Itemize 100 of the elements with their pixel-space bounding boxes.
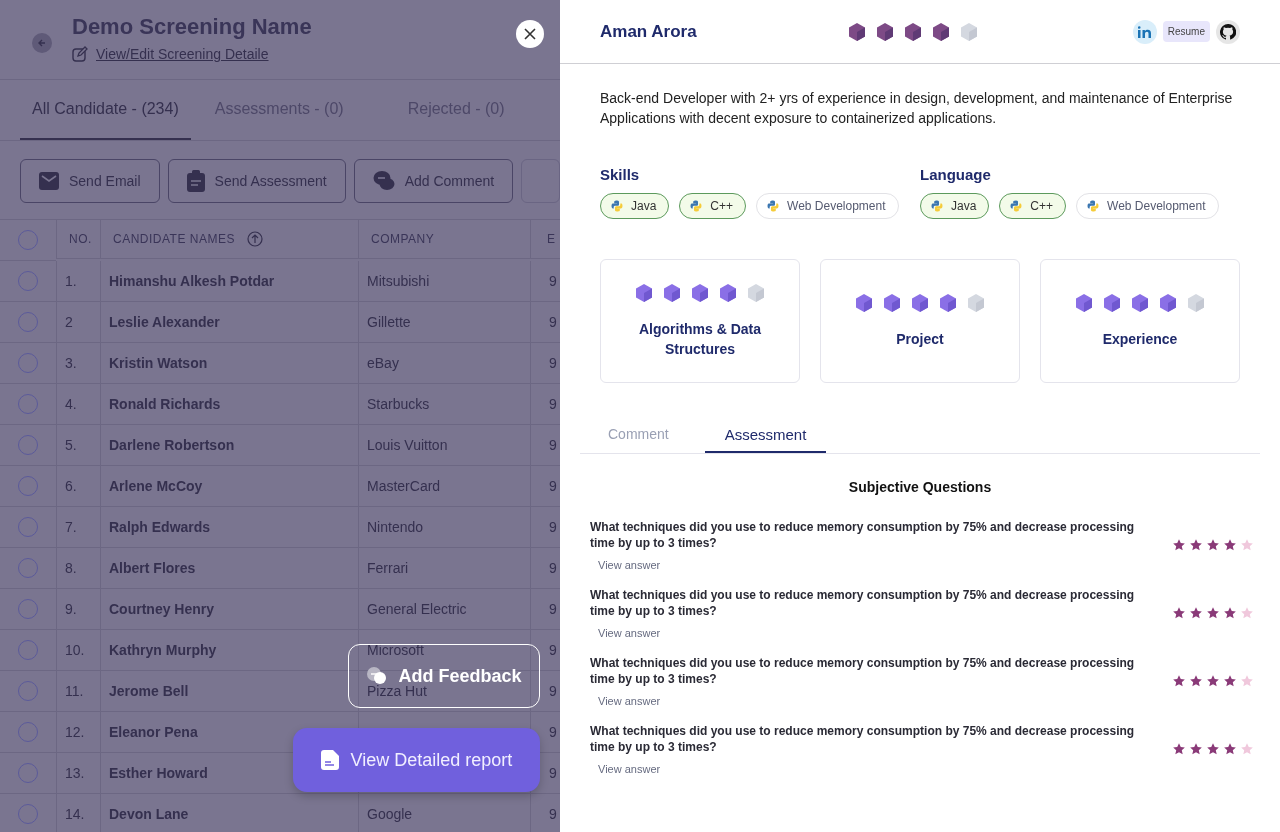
table-cell: 9: [549, 314, 557, 330]
table-cell: 9: [549, 601, 557, 617]
edit-icon: [72, 46, 88, 62]
row-number: 10.: [65, 642, 85, 658]
column-header: E: [547, 232, 556, 246]
table-cell: 9: [549, 560, 557, 576]
star-icon: [1223, 742, 1237, 756]
cube-icon: [690, 283, 710, 303]
back-arrow-icon: [37, 38, 47, 48]
question-text: What techniques did you use to reduce memory consumption by 75% and decrease processing time by up to 3 times?: [590, 587, 1136, 619]
cube-icon: [959, 21, 979, 42]
star-icon: [1206, 742, 1220, 756]
star-icon: [1172, 742, 1186, 756]
star-icon: [1172, 538, 1186, 552]
score-title: Project: [895, 330, 945, 349]
python-icon: [690, 200, 703, 212]
section-heading: Language: [920, 166, 992, 183]
cube-icon: [847, 21, 867, 42]
document-icon: [320, 750, 339, 770]
cube-icon: [1102, 293, 1122, 313]
cube-icon: [854, 293, 874, 313]
candidate-name: Kristin Watson: [109, 355, 208, 371]
column-header: COMPANY: [371, 232, 435, 246]
linkedin-icon[interactable]: [1132, 19, 1157, 44]
row-number: 2: [65, 314, 73, 330]
resume-link[interactable]: Resume: [1162, 21, 1210, 42]
table-cell: 9: [549, 355, 557, 371]
view-answer-link[interactable]: View answer: [598, 695, 1140, 707]
python-icon: [1087, 200, 1100, 212]
row-number: 3.: [65, 355, 77, 371]
view-answer-link[interactable]: View answer: [598, 627, 1140, 639]
tab[interactable]: Comment: [588, 417, 689, 453]
table-cell: 9: [549, 683, 557, 699]
action-button[interactable]: Send Email: [20, 159, 160, 203]
view-report-button[interactable]: View Detailed report: [293, 728, 540, 792]
python-icon: [767, 200, 780, 212]
column-header: CANDIDATE NAMES: [113, 232, 235, 246]
candidate-name: Courtney Henry: [109, 601, 215, 617]
candidate-name: Leslie Alexander: [109, 314, 220, 330]
row-number: 4.: [65, 396, 77, 412]
candidate-name: Devon Lane: [109, 806, 189, 822]
candidate-name: Darlene Robertson: [109, 437, 235, 453]
company-name: eBay: [367, 355, 399, 371]
company-name: MasterCard: [367, 478, 441, 494]
python-icon: [611, 200, 623, 212]
candidate-name: Ronald Richards: [109, 396, 221, 412]
action-button[interactable]: Send Assessment: [167, 159, 346, 203]
row-number: 9.: [65, 601, 77, 617]
candidate-name: Jerome Bell: [109, 683, 189, 699]
table-cell: 9: [549, 642, 557, 658]
view-answer-link[interactable]: View answer: [598, 763, 1140, 775]
row-number: 8.: [65, 560, 77, 576]
chat-icon: [366, 666, 389, 686]
view-answer-link[interactable]: View answer: [598, 559, 1140, 571]
table-cell: 9: [549, 273, 557, 289]
table-cell: 9: [549, 765, 557, 781]
company-name: Mitsubishi: [367, 273, 430, 289]
sort-icon[interactable]: [246, 231, 263, 247]
cube-icon: [903, 21, 923, 42]
tab[interactable]: All Candidate - (234): [20, 80, 191, 140]
question-text: What techniques did you use to reduce memory consumption by 75% and decrease processing time by up to 3 times?: [590, 519, 1136, 551]
candidate-name: Kathryn Murphy: [109, 642, 217, 658]
company-name: Microsoft: [367, 642, 424, 658]
cube-icon: [875, 21, 895, 42]
action-button[interactable]: Add Comment: [353, 159, 514, 203]
row-number: 7.: [65, 519, 77, 535]
tab[interactable]: Assessment: [704, 417, 827, 453]
chat-icon: [372, 170, 395, 192]
row-number: 6.: [65, 478, 77, 494]
back-button[interactable]: [32, 33, 52, 53]
question-text: What techniques did you use to reduce memory consumption by 75% and decrease processing time by up to 3 times?: [590, 723, 1136, 755]
candidate-name: Esther Howard: [109, 765, 208, 781]
python-icon: [931, 200, 943, 212]
close-icon: [524, 28, 536, 40]
skill-tag: Java: [920, 193, 990, 219]
clipboard-icon: [186, 170, 205, 192]
row-number: 5.: [65, 437, 77, 453]
skill-tag: C++: [999, 193, 1067, 219]
company-name: Starbucks: [367, 396, 430, 412]
company-name: Ferrari: [367, 560, 409, 576]
table-cell: 9: [549, 396, 557, 412]
star-icon: [1240, 606, 1254, 620]
cube-icon: [966, 293, 986, 313]
skill-tag: Java: [600, 193, 670, 219]
cube-icon: [662, 283, 682, 303]
column-header: NO.: [69, 232, 92, 246]
table-cell: 9: [549, 806, 557, 822]
section-heading: Skills: [600, 166, 641, 183]
cube-icon: [1186, 293, 1206, 313]
section-heading: Subjective Questions: [847, 479, 993, 495]
github-icon[interactable]: [1216, 19, 1240, 44]
table-cell: 9: [549, 519, 557, 535]
cube-icon: [1074, 293, 1094, 313]
row-number: 11.: [65, 683, 84, 699]
close-button[interactable]: [516, 20, 544, 48]
star-icon: [1240, 538, 1254, 552]
cube-icon: [938, 293, 958, 313]
company-name: Google: [367, 806, 413, 822]
score-title: Experience: [1101, 330, 1179, 349]
edit-details-link[interactable]: View/Edit Screening Detaile: [96, 46, 269, 62]
